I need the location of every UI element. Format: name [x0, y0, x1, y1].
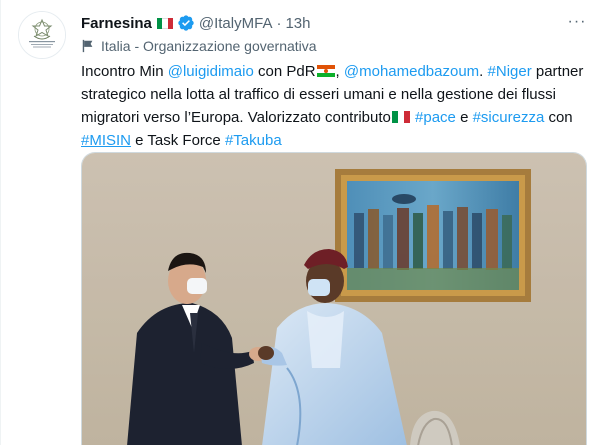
italian-republic-emblem-icon [19, 12, 65, 58]
tweet-text-segment: con [544, 109, 573, 126]
flag-icon [82, 39, 93, 53]
government-label[interactable]: Italia - Organizzazione governativa [81, 36, 317, 56]
mention-luigidimaio[interactable]: @luigidimaio [168, 63, 254, 80]
tweet-photo[interactable] [81, 152, 587, 445]
tweet-text-segment: , [335, 63, 344, 80]
tweet-text-segment: Incontro Min [81, 63, 168, 80]
account-name[interactable]: Farnesina [81, 15, 152, 32]
tweet-header: Farnesina @ItalyMFA · 13h [81, 12, 310, 34]
hashtag-niger[interactable]: #Niger [488, 63, 532, 80]
tweet-text-segment: con PdR [253, 63, 316, 80]
tweet-timestamp[interactable]: 13h [285, 15, 310, 32]
hashtag-sicurezza[interactable]: #sicurezza [473, 109, 545, 126]
header-separator: · [276, 14, 282, 32]
government-label-text: Italia - Organizzazione governativa [101, 38, 317, 54]
photo-image [82, 153, 586, 445]
more-options-glyph: ··· [567, 13, 587, 30]
italy-flag-icon [156, 17, 173, 29]
tweet-text-segment: . [479, 63, 488, 80]
tweet-text-segment: e [455, 109, 473, 126]
account-avatar[interactable] [18, 11, 66, 59]
mention-mohamedbazoum[interactable]: @mohamedbazoum [344, 63, 479, 80]
italy-flag-icon [391, 111, 410, 123]
verified-badge-icon [178, 15, 194, 31]
hashtag-pace[interactable]: #pace [415, 109, 456, 126]
niger-flag-icon [316, 65, 335, 77]
account-handle[interactable]: @ItalyMFA [199, 15, 273, 32]
tweet-text-segment: e Task Force [131, 132, 225, 149]
hashtag-misin[interactable]: #MISIN [81, 132, 131, 149]
tweet-text: Incontro Min @luigidimaio con PdR, @moha… [81, 60, 591, 152]
more-options-icon[interactable]: ··· [563, 10, 591, 34]
hashtag-takuba[interactable]: #Takuba [225, 132, 282, 149]
tweet-card[interactable]: Farnesina @ItalyMFA · 13h ··· Italia - O… [0, 0, 604, 445]
